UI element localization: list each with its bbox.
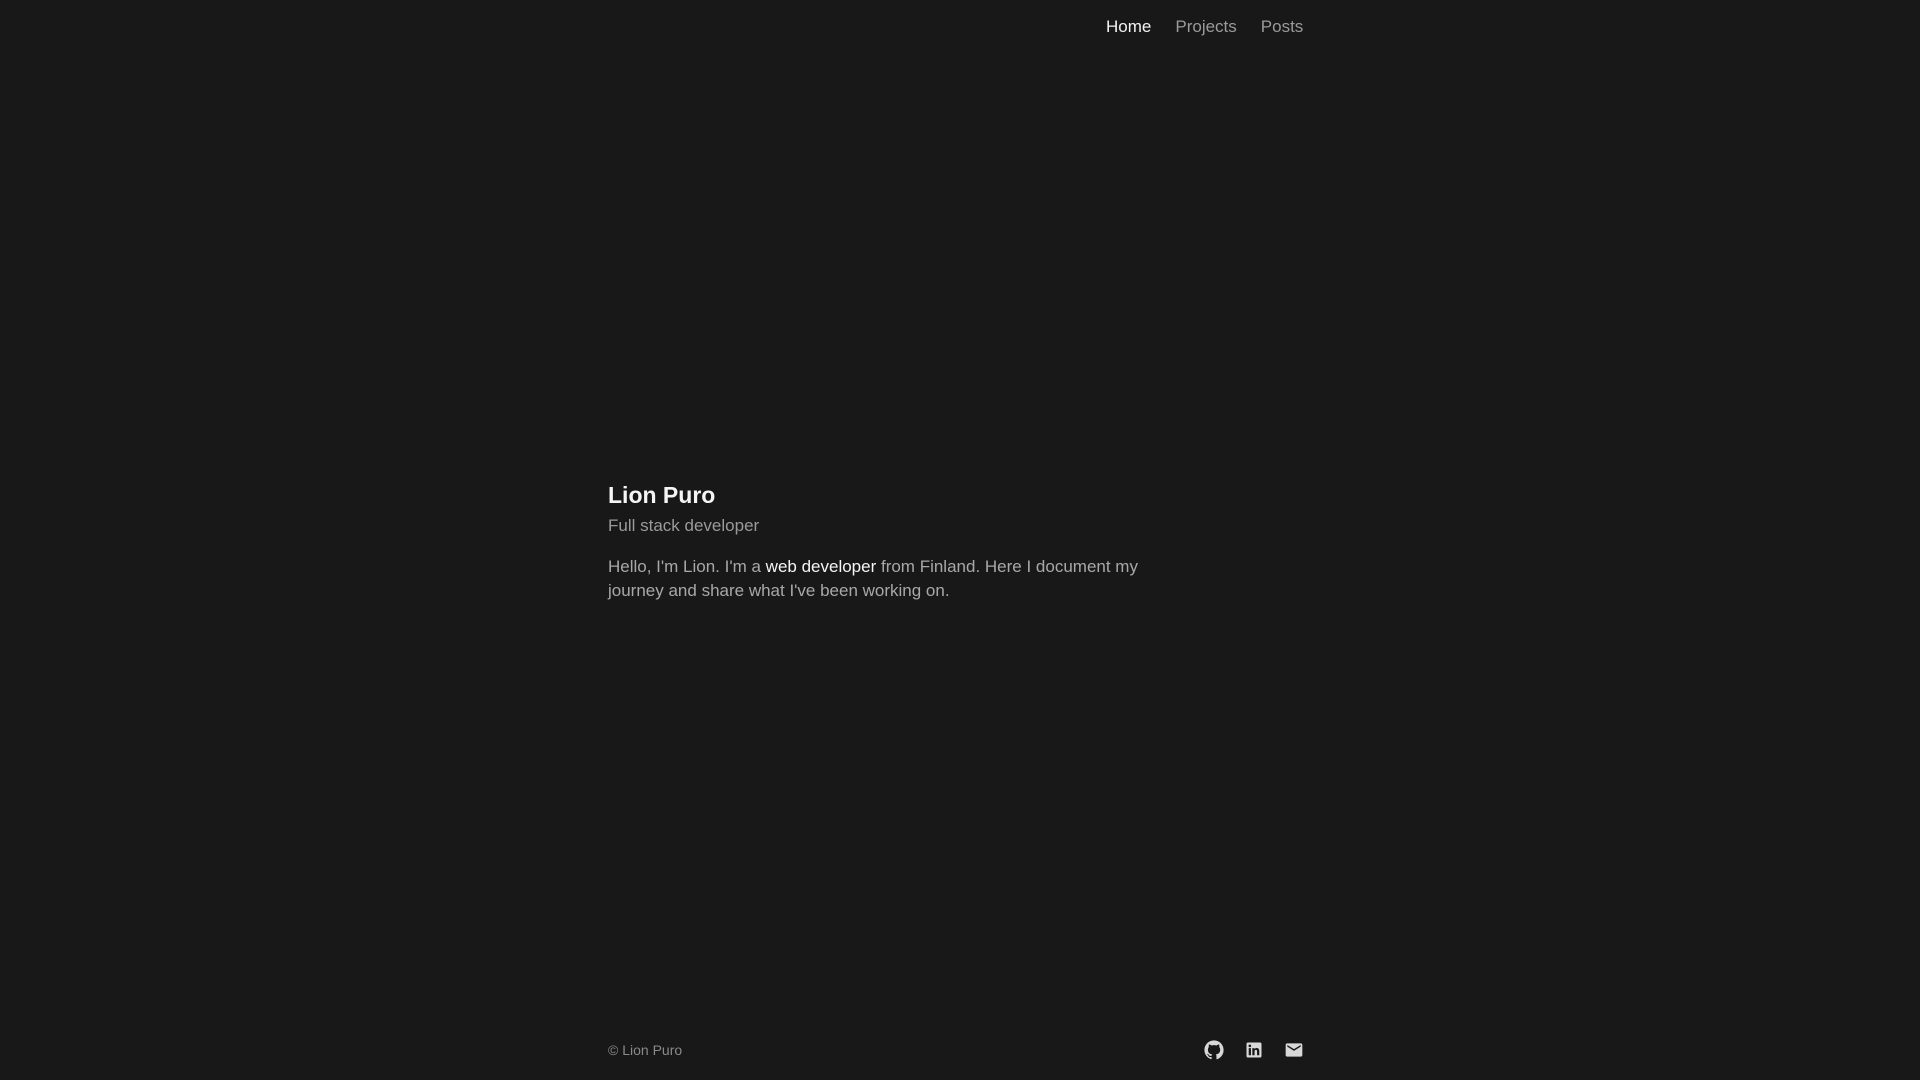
profile-subtitle: Full stack developer: [608, 516, 760, 535]
linkedin-icon: [1246, 1042, 1262, 1058]
linkedin-link[interactable]: [1244, 1040, 1264, 1060]
bio-text-start: Hello, I'm Lion. I'm a: [608, 557, 766, 576]
github-icon: [1204, 1040, 1224, 1060]
copyright-text: © Lion Puro: [608, 1042, 683, 1058]
footer: © Lion Puro: [608, 1040, 1304, 1060]
profile-name: Lion Puro: [608, 482, 716, 508]
nav-projects-link[interactable]: Projects: [1175, 17, 1236, 37]
social-links: [1204, 1040, 1304, 1060]
nav-posts-link[interactable]: Posts: [1261, 17, 1304, 37]
mail-icon: [1285, 1043, 1303, 1057]
web-developer-link[interactable]: web developer: [766, 557, 877, 576]
email-link[interactable]: [1284, 1040, 1304, 1060]
hero-section: Lion Puro Full stack developer Hello, I'…: [608, 480, 1168, 603]
page: Home Projects Posts Lion Puro Full stack…: [0, 0, 1920, 1080]
profile-bio: Hello, I'm Lion. I'm a web developer fro…: [608, 555, 1153, 603]
nav-home-link[interactable]: Home: [1106, 17, 1151, 37]
top-nav: Home Projects Posts: [1106, 17, 1303, 37]
github-link[interactable]: [1204, 1040, 1224, 1060]
